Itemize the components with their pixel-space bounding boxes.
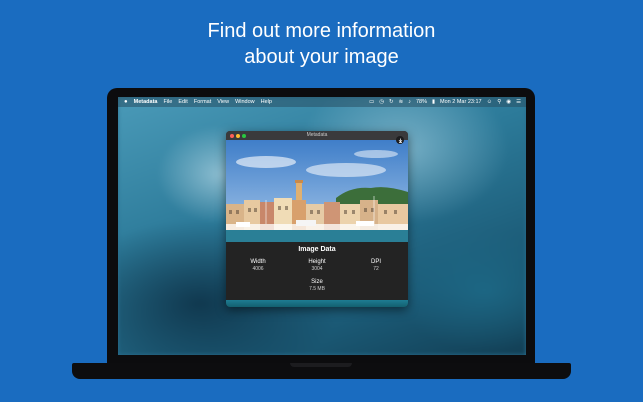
timer-icon[interactable]: ◷ — [379, 97, 384, 107]
size-label: Size — [311, 279, 323, 285]
minimize-window-button[interactable] — [236, 133, 240, 138]
height-field: Height 3004 — [292, 259, 342, 272]
spotlight-search-icon[interactable]: ⚲ — [497, 97, 501, 107]
headline-line-2: about your image — [244, 46, 399, 68]
panel-title: Image Data — [298, 246, 336, 253]
image-preview — [226, 140, 408, 242]
zoom-window-button[interactable] — [242, 133, 246, 138]
clock[interactable]: Mon 2 Mar 23:17 — [440, 97, 482, 107]
menu-help[interactable]: Help — [261, 97, 272, 107]
width-value: 4006 — [252, 266, 264, 272]
battery-percent[interactable]: 78% — [416, 97, 427, 107]
menu-format[interactable]: Format — [194, 97, 211, 107]
size-field: Size 7.5 MB — [292, 279, 342, 292]
notification-center-icon[interactable]: ☰ — [516, 97, 521, 107]
user-icon[interactable]: ☺ — [487, 97, 493, 107]
size-value: 7.5 MB — [309, 286, 325, 292]
download-icon[interactable] — [396, 136, 404, 144]
dpi-field: DPI 72 — [351, 259, 401, 272]
width-label: Width — [250, 259, 266, 265]
height-label: Height — [308, 259, 326, 265]
dpi-value: 72 — [373, 266, 379, 272]
image-data-panel: Image Data Width 4006 Height 3004 DPI 72… — [226, 242, 408, 300]
width-field: Width 4006 — [233, 259, 283, 272]
close-window-button[interactable] — [230, 133, 234, 138]
headline-line-1: Find out more information — [207, 20, 436, 42]
image-bottom-strip — [226, 300, 408, 307]
menu-view[interactable]: View — [217, 97, 229, 107]
wifi-icon[interactable]: ≋ — [399, 97, 404, 107]
apple-menu-icon[interactable]: ● — [124, 97, 128, 107]
menu-file[interactable]: File — [163, 97, 172, 107]
laptop-base-notch — [290, 363, 352, 367]
menu-bar: ● Metadata File Edit Format View Window … — [118, 97, 526, 107]
window-title: Metadata — [306, 132, 328, 138]
dpi-label: DPI — [370, 259, 381, 265]
sync-icon[interactable]: ↻ — [389, 97, 394, 107]
height-value: 3004 — [311, 266, 323, 272]
window-titlebar[interactable]: Metadata — [226, 131, 408, 140]
volume-icon[interactable]: ♪ — [408, 97, 411, 107]
battery-icon[interactable]: ▮ — [432, 97, 435, 107]
menu-app-name[interactable]: Metadata — [134, 97, 158, 107]
menu-window[interactable]: Window — [235, 97, 255, 107]
status-area: ▭ ◷ ↻ ≋ ♪ 78% ▮ Mon 2 Mar 23:17 ☺ ⚲ ◉ ☰ — [369, 97, 526, 107]
menu-edit[interactable]: Edit — [178, 97, 187, 107]
display-icon[interactable]: ▭ — [369, 97, 374, 107]
metadata-window: Metadata Image Data Width 4006 Height 30… — [226, 131, 408, 307]
siri-icon[interactable]: ◉ — [506, 97, 511, 107]
